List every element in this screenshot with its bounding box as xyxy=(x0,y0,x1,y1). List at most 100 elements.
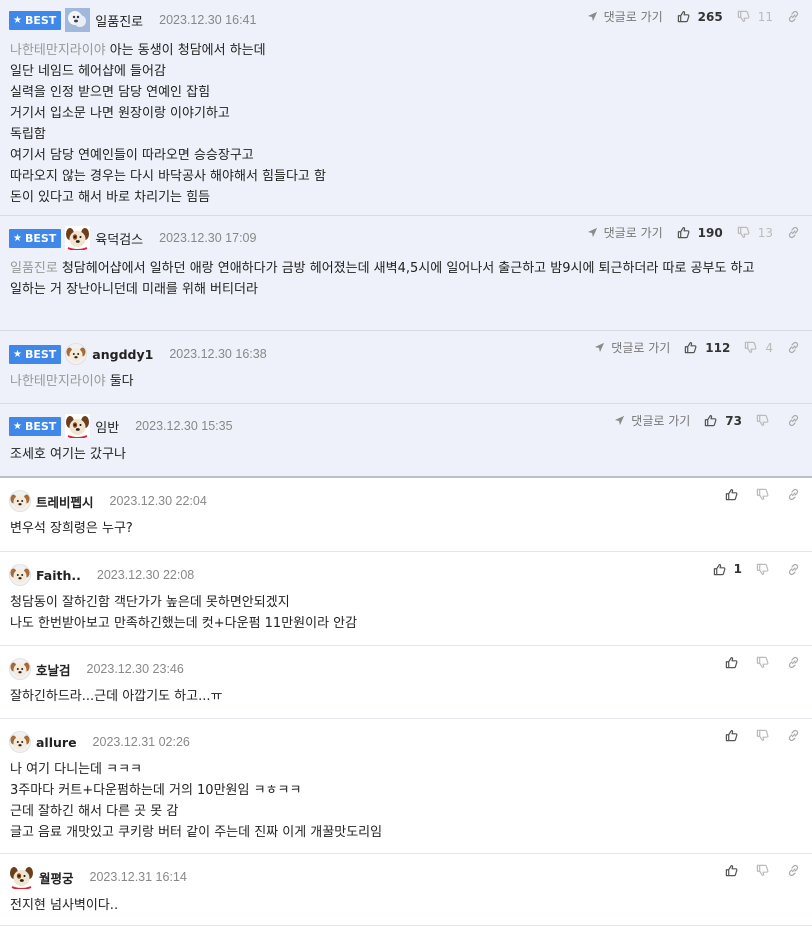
star-icon: ★ xyxy=(13,14,22,26)
thumbs-down-icon xyxy=(756,729,773,742)
mention-name[interactable]: 일품진로 xyxy=(10,261,58,276)
upvote-count: 190 xyxy=(697,225,723,240)
default-avatar[interactable] xyxy=(9,731,31,753)
dog-avatar[interactable] xyxy=(9,865,34,890)
author-name[interactable]: 호날검 xyxy=(36,660,71,679)
author-name[interactable]: 월평궁 xyxy=(39,868,74,887)
downvote-button[interactable] xyxy=(756,656,773,669)
comment-text: 실력을 인정 받으면 담당 연예인 잡힘 xyxy=(10,85,211,100)
mention-name[interactable]: 나한테만지라이야 xyxy=(10,374,106,389)
link-icon[interactable] xyxy=(787,488,800,501)
comment-text: 돈이 있다고 해서 바로 차리기는 힘듬 xyxy=(10,190,211,205)
best-comment: ★ BEST 임반 2023.12.30 15:35 댓글로 가기 73 조세호 여기는 갔… xyxy=(0,404,812,478)
downvote-button[interactable] xyxy=(756,488,773,501)
link-icon[interactable] xyxy=(787,414,800,427)
author-name[interactable]: angddy1 xyxy=(92,347,153,362)
author-name[interactable]: 트레비펩시 xyxy=(36,492,94,511)
best-label: BEST xyxy=(24,419,57,433)
go-to-reply-link[interactable]: 댓글로 가기 xyxy=(614,412,690,429)
mention-name[interactable]: 나한테만지라이야 xyxy=(10,43,106,58)
upvote-button[interactable]: 190 xyxy=(677,226,723,240)
comment-line: 따라오지 않는 경우는 다시 바닥공사 해야해서 힘들다고 함 xyxy=(10,166,804,187)
upvote-button[interactable]: 112 xyxy=(684,341,730,355)
comment-body: 조세호 여기는 갔구나 xyxy=(10,444,804,465)
upvote-button[interactable] xyxy=(725,729,742,742)
downvote-button[interactable]: 4 xyxy=(744,341,773,355)
link-icon[interactable] xyxy=(787,563,800,576)
polarbear-avatar[interactable] xyxy=(65,8,91,32)
author-name[interactable]: 일품진로 xyxy=(95,11,143,30)
comment-line: 잘하긴하드라...근데 아깝기도 하고...ㅠ xyxy=(10,686,804,707)
comment-header: 트레비펩시 2023.12.30 22:04 xyxy=(9,489,207,513)
comment-date: 2023.12.30 22:08 xyxy=(96,568,195,582)
dog-avatar[interactable] xyxy=(65,414,91,439)
comment-date: 2023.12.30 22:04 xyxy=(109,494,207,508)
author-name[interactable]: Faith.. xyxy=(36,568,81,583)
dog-avatar[interactable] xyxy=(65,226,91,251)
comment-body: 청담동이 잘하긴함 객단가가 높은데 못하면안되겠지 나도 한번받아보고 만족하긴… xyxy=(10,592,804,634)
arrow-icon xyxy=(587,227,601,238)
best-badge: ★ BEST xyxy=(9,344,62,364)
downvote-button[interactable]: 13 xyxy=(737,226,773,240)
go-to-reply-link[interactable]: 댓글로 가기 xyxy=(587,224,663,241)
downvote-button[interactable] xyxy=(756,729,773,742)
thumbs-down-icon xyxy=(756,488,773,501)
best-badge: ★ BEST xyxy=(9,416,62,436)
downvote-button[interactable] xyxy=(756,864,773,877)
link-icon[interactable] xyxy=(787,864,800,877)
upvote-button[interactable]: 73 xyxy=(704,414,742,428)
default-avatar[interactable] xyxy=(9,564,31,586)
upvote-count: 112 xyxy=(705,340,731,355)
upvote-button[interactable] xyxy=(725,864,742,877)
upvote-button[interactable]: 265 xyxy=(677,10,723,24)
comment-text: 거기서 입소문 나면 원장이랑 이야기하고 xyxy=(10,106,230,121)
best-comment: ★ BEST angddy1 2023.12.30 16:38 댓글로 가기 112 4 나한… xyxy=(0,331,812,404)
go-to-reply-link[interactable]: 댓글로 가기 xyxy=(587,8,663,25)
author-name[interactable]: 육덕검스 xyxy=(95,229,143,248)
go-to-reply-link[interactable]: 댓글로 가기 xyxy=(594,339,670,356)
comment-text: 전지현 넘사벽이다.. xyxy=(10,898,119,913)
default-avatar[interactable] xyxy=(9,490,31,512)
upvote-button[interactable] xyxy=(725,656,742,669)
comment-body: 변우석 장희령은 누구? xyxy=(10,518,804,539)
comment-body: 나 여기 다니는데 ㅋㅋㅋ 3주마다 커트+다운펌하는데 거의 10만원임 ㅋㅎㅋ… xyxy=(10,759,804,843)
thumbs-up-icon xyxy=(725,864,742,877)
default-avatar[interactable] xyxy=(65,343,88,365)
link-icon[interactable] xyxy=(787,226,800,239)
link-icon[interactable] xyxy=(787,729,800,742)
upvote-button[interactable]: 1 xyxy=(713,562,742,576)
author-name[interactable]: 임반 xyxy=(95,417,119,436)
comment-line: 돈이 있다고 해서 바로 차리기는 힘듬 xyxy=(10,187,804,208)
link-icon[interactable] xyxy=(787,10,800,23)
comment-actions xyxy=(725,656,800,669)
thumbs-up-icon xyxy=(684,341,701,354)
comment: 호날검 2023.12.30 23:46 잘하긴하드라...근데 아깝기도 하고..… xyxy=(0,646,812,719)
star-icon: ★ xyxy=(13,348,22,360)
thumbs-down-icon xyxy=(737,226,754,239)
thumbs-up-icon xyxy=(725,729,742,742)
comment-date: 2023.12.30 17:09 xyxy=(159,231,257,245)
comment-text: 나도 한번받아보고 만족하긴했는데 컷+다운펌 11만원이라 안감 xyxy=(10,616,358,631)
comment-text: 독립함 xyxy=(10,127,46,142)
downvote-button[interactable]: 11 xyxy=(737,10,773,24)
best-label: BEST xyxy=(24,13,57,27)
comment-actions xyxy=(725,864,800,877)
link-icon[interactable] xyxy=(787,341,800,354)
link-icon[interactable] xyxy=(787,656,800,669)
comment-text: 변우석 장희령은 누구? xyxy=(10,521,133,536)
downvote-button[interactable] xyxy=(756,563,773,576)
comment: allure 2023.12.31 02:26 나 여기 다니는데 ㅋㅋㅋ 3주마다 … xyxy=(0,719,812,854)
comment-actions: 댓글로 가기 112 4 xyxy=(594,339,800,356)
comment-text: 아는 동생이 청담에서 하는데 xyxy=(109,43,266,58)
thumbs-down-icon xyxy=(756,414,773,427)
downvote-button[interactable] xyxy=(756,414,773,427)
default-avatar[interactable] xyxy=(9,658,31,680)
author-name[interactable]: allure xyxy=(36,735,77,750)
comment-text: 글고 음료 개맛있고 쿠키랑 버터 같이 주는데 진짜 이게 개꿀맛도리임 xyxy=(10,825,383,840)
comment-date: 2023.12.31 16:14 xyxy=(89,870,187,884)
comment-line: 독립함 xyxy=(10,124,804,145)
comment-text: 나 여기 다니는데 ㅋㅋㅋ xyxy=(10,762,142,777)
thumbs-up-icon xyxy=(677,226,694,239)
upvote-button[interactable] xyxy=(725,488,742,501)
comment-text: 둘다 xyxy=(109,374,134,389)
